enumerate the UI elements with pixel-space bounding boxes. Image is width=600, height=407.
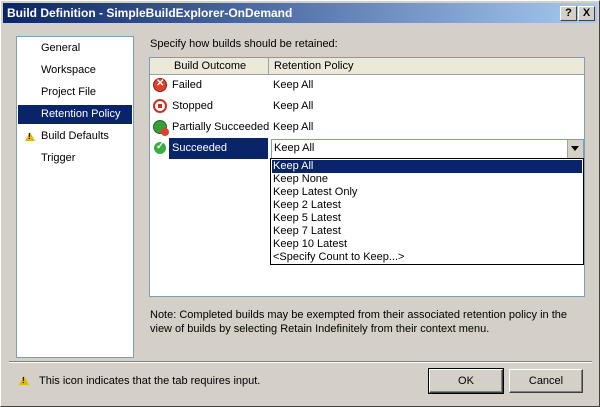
sidebar-item-trigger[interactable]: Trigger	[18, 149, 132, 168]
dropdown-option[interactable]: <Specify Count to Keep...>	[272, 251, 582, 264]
sidebar-item-general[interactable]: General	[18, 39, 132, 58]
sidebar-item-label: General	[41, 42, 81, 54]
stopped-icon	[153, 99, 167, 113]
retention-policy-dropdown-list[interactable]: Keep All Keep None Keep Latest Only Keep…	[270, 158, 584, 265]
option-label: Keep 7 Latest	[273, 225, 341, 237]
sidebar-item-retention-policy[interactable]: Retention Policy	[18, 105, 132, 124]
combobox-value: Keep All	[274, 142, 315, 154]
succeeded-icon	[153, 141, 167, 155]
sidebar-item-project-file[interactable]: Project File	[18, 83, 132, 102]
build-definition-dialog: Build Definition - SimpleBuildExplorer-O…	[0, 0, 600, 407]
outcome-cell: Succeeded	[172, 142, 228, 154]
window-title: Build Definition - SimpleBuildExplorer-O…	[7, 6, 293, 20]
dropdown-option[interactable]: Keep Latest Only	[272, 186, 582, 199]
option-label: Keep All	[273, 160, 314, 172]
column-divider[interactable]	[268, 58, 269, 74]
title-bar[interactable]: Build Definition - SimpleBuildExplorer-O…	[3, 3, 597, 23]
sidebar-item-label: Build Defaults	[41, 130, 109, 142]
outcome-cell: Partially Succeeded	[172, 121, 270, 133]
option-label: Keep 10 Latest	[273, 238, 348, 250]
option-label: <Specify Count to Keep...>	[273, 251, 405, 263]
table-row[interactable]: Stopped Keep All	[150, 96, 584, 117]
failed-icon	[153, 78, 167, 92]
dropdown-option[interactable]: Keep 10 Latest	[272, 238, 582, 251]
help-button[interactable]: ?	[560, 6, 577, 21]
option-label: Keep None	[273, 173, 329, 185]
option-label: Keep 5 Latest	[273, 212, 341, 224]
warning-icon	[25, 132, 35, 141]
retention-note: Note: Completed builds may be exempted f…	[150, 309, 567, 335]
table-row[interactable]: Failed Keep All	[150, 75, 584, 96]
sidebar-item-workspace[interactable]: Workspace	[18, 61, 132, 80]
policy-cell[interactable]: Keep All	[273, 79, 313, 91]
sidebar-item-label: Trigger	[41, 152, 76, 164]
warning-legend-text: This icon indicates that the tab require…	[39, 375, 261, 387]
dropdown-option[interactable]: Keep 5 Latest	[272, 212, 582, 225]
table-row-selected[interactable]: Succeeded Keep All	[150, 138, 584, 159]
column-header-build-outcome[interactable]: Build Outcome	[174, 58, 246, 74]
dropdown-option[interactable]: Keep 2 Latest	[272, 199, 582, 212]
retention-policy-combobox[interactable]: Keep All	[271, 139, 584, 159]
column-header-retention-policy[interactable]: Retention Policy	[274, 58, 354, 74]
option-label: Keep 2 Latest	[273, 199, 341, 211]
cancel-button[interactable]: Cancel	[509, 369, 583, 393]
grid-header: Build Outcome Retention Policy	[150, 58, 584, 75]
sidebar-item-label: Workspace	[41, 64, 96, 76]
retention-prompt: Specify how builds should be retained:	[150, 38, 338, 50]
footer-divider	[9, 361, 592, 363]
dropdown-option[interactable]: Keep None	[272, 173, 582, 186]
dropdown-option[interactable]: Keep 7 Latest	[272, 225, 582, 238]
outcome-cell: Stopped	[172, 100, 213, 112]
table-row[interactable]: Partially Succeeded Keep All	[150, 117, 584, 138]
dropdown-option[interactable]: Keep All	[272, 160, 582, 173]
ok-button[interactable]: OK	[428, 368, 504, 394]
outcome-cell: Failed	[172, 79, 202, 91]
dropdown-arrow-button[interactable]	[567, 140, 583, 158]
sidebar-item-label: Retention Policy	[41, 108, 121, 120]
sidebar-item-label: Project File	[41, 86, 97, 98]
chevron-down-icon	[571, 146, 579, 151]
sidebar-item-build-defaults[interactable]: Build Defaults	[18, 127, 132, 146]
policy-cell[interactable]: Keep All	[273, 100, 313, 112]
sidebar: General Workspace Project File Retention…	[16, 36, 134, 358]
partially-succeeded-icon	[153, 120, 169, 136]
option-label: Keep Latest Only	[273, 186, 358, 198]
policy-cell[interactable]: Keep All	[273, 121, 313, 133]
close-button[interactable]: X	[578, 6, 595, 21]
warning-icon	[19, 376, 29, 385]
